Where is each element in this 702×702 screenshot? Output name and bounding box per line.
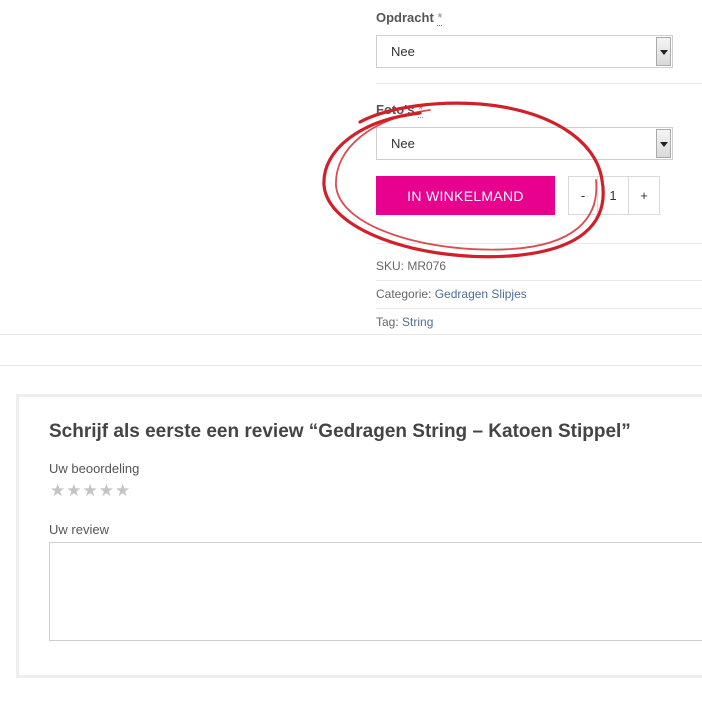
review-label: Uw review [49,522,109,537]
opdracht-select[interactable]: Nee [376,35,673,68]
rating-label: Uw beoordeling [49,461,140,476]
add-to-cart-button[interactable]: IN WINKELMAND [376,176,555,215]
opdracht-label: Opdracht * [376,10,443,26]
quantity-decrement-button[interactable]: - [568,176,598,215]
divider [376,308,702,309]
divider [376,243,702,244]
quantity-increment-button[interactable]: + [628,176,660,215]
star-icon[interactable]: ★ [115,482,130,499]
opdracht-label-text: Opdracht [376,10,434,25]
star-icon[interactable]: ★ [83,482,98,499]
opdracht-selected-value: Nee [391,44,415,59]
chevron-down-icon [656,129,671,158]
review-title: Schrijf als eerste een review “Gedragen … [49,421,631,442]
tag-link[interactable]: String [402,315,433,329]
required-mark: * [418,102,424,118]
category-link[interactable]: Gedragen Slipjes [435,287,527,301]
category-label: Categorie: [376,287,432,301]
section-divider [0,365,702,366]
divider [376,280,702,281]
star-icon[interactable]: ★ [50,482,65,499]
fotos-selected-value: Nee [391,136,415,151]
sku-label: SKU: [376,259,405,273]
category-line: Categorie: Gedragen Slipjes [376,287,527,301]
rating-stars[interactable]: ★ ★ ★ ★ ★ [50,482,130,499]
tag-label: Tag: [376,315,399,329]
fotos-select[interactable]: Nee [376,127,673,160]
section-divider [0,334,702,335]
fotos-label: Foto's * [376,102,424,118]
tag-line: Tag: String [376,315,433,329]
sku-value: MR076 [407,259,447,273]
star-icon[interactable]: ★ [66,482,81,499]
required-mark: * [437,10,443,26]
review-form: Schrijf als eerste een review “Gedragen … [16,394,702,678]
review-textarea[interactable] [49,542,702,641]
sku-line: SKU: MR076 [376,259,446,273]
star-icon[interactable]: ★ [99,482,114,499]
divider [376,83,702,84]
chevron-down-icon [656,37,671,66]
fotos-label-text: Foto's [376,102,415,117]
quantity-input[interactable]: 1 [597,176,629,215]
